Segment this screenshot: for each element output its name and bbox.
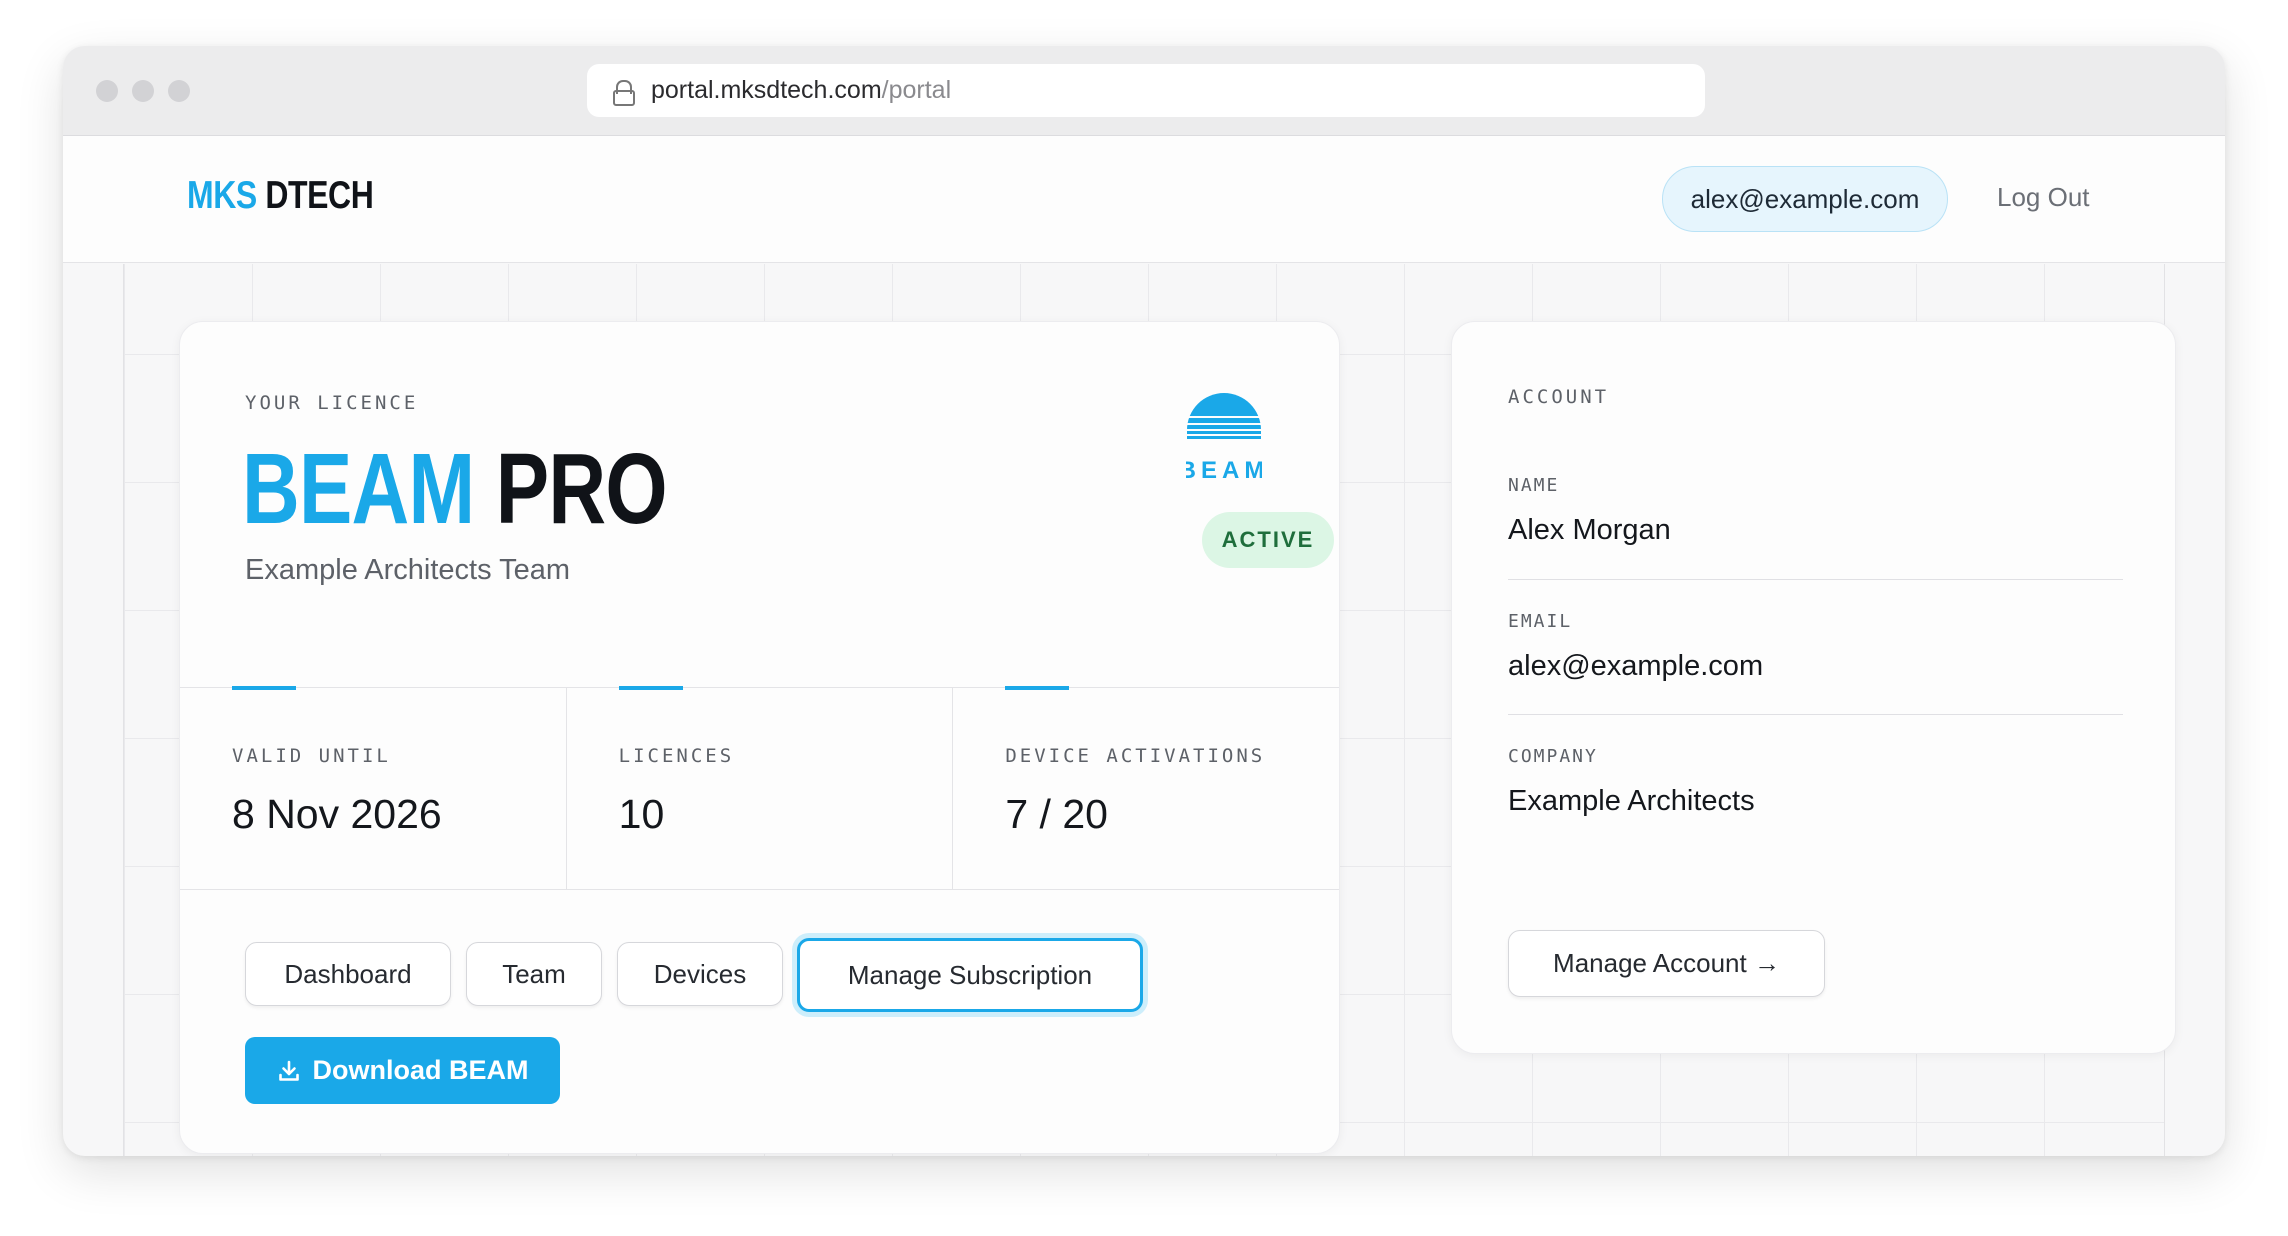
stat-licences: LICENCES 10 (567, 686, 954, 889)
download-button-label: Download BEAM (312, 1055, 529, 1085)
product-title: BEAM PRO (242, 432, 668, 547)
divider (1508, 579, 2123, 580)
name-label: NAME (1508, 475, 1560, 496)
licence-eyebrow: YOUR LICENCE (245, 392, 419, 414)
licence-stats: VALID UNTIL 8 Nov 2026 LICENCES 10 DEVIC… (180, 686, 1339, 890)
divider (1508, 714, 2123, 715)
stat-label: VALID UNTIL (232, 745, 391, 767)
product-title-part-1: BEAM (242, 433, 475, 545)
manage-subscription-button[interactable]: Manage Subscription (797, 938, 1143, 1012)
download-icon (278, 1060, 299, 1081)
logout-link[interactable]: Log Out (1997, 182, 2090, 213)
company-label: COMPANY (1508, 746, 1598, 767)
stat-value: 8 Nov 2026 (232, 791, 442, 837)
company-field: COMPANY Example Architects (1508, 746, 2123, 818)
logo-part-2: DTECH (265, 174, 374, 217)
devices-button[interactable]: Devices (617, 942, 783, 1006)
email-value: alex@example.com (1508, 650, 1764, 682)
status-badge: ACTIVE (1202, 512, 1334, 568)
email-field: EMAIL alex@example.com (1508, 611, 2123, 683)
stat-label: DEVICE ACTIVATIONS (1005, 745, 1266, 767)
logo-part-1: MKS (187, 174, 257, 217)
browser-chrome: portal.mksdtech.com/portal (63, 46, 2225, 136)
browser-window: portal.mksdtech.com/portal MKS DTECH ale… (63, 46, 2225, 1156)
stat-valid-until: VALID UNTIL 8 Nov 2026 (180, 686, 567, 889)
account-card: ACCOUNT NAME Alex Morgan EMAIL alex@exam… (1451, 321, 2176, 1054)
dashboard-button[interactable]: Dashboard (245, 942, 451, 1006)
address-bar[interactable]: portal.mksdtech.com/portal (587, 64, 1705, 117)
stat-value: 10 (618, 791, 665, 837)
stat-value: 7 / 20 (1005, 791, 1108, 837)
stat-device-activations: DEVICE ACTIVATIONS 7 / 20 (953, 686, 1339, 889)
lock-icon (613, 79, 635, 106)
team-name: Example Architects Team (245, 554, 571, 586)
beam-logo-icon: BEAM (1186, 393, 1262, 484)
site-header: MKS DTECH alex@example.com Log Out (63, 136, 2225, 263)
stat-accent-bar (232, 686, 296, 690)
team-button[interactable]: Team (466, 942, 602, 1006)
window-maximize-dot[interactable] (168, 80, 190, 102)
download-button[interactable]: Download BEAM (245, 1037, 560, 1104)
licence-card: YOUR LICENCE BEAM PRO Example Architects… (179, 321, 1340, 1154)
manage-account-button[interactable]: Manage Account → (1508, 930, 1825, 997)
user-email-pill[interactable]: alex@example.com (1662, 166, 1948, 232)
site-logo[interactable]: MKS DTECH (187, 174, 374, 218)
url-path: /portal (881, 76, 952, 104)
window-close-dot[interactable] (96, 80, 118, 102)
stat-accent-bar (618, 686, 683, 690)
stat-accent-bar (1005, 686, 1070, 690)
stat-label: LICENCES (618, 745, 735, 767)
url-host: portal.mksdtech.com (651, 76, 882, 104)
window-minimize-dot[interactable] (132, 80, 154, 102)
account-eyebrow: ACCOUNT (1508, 386, 1610, 408)
name-value: Alex Morgan (1508, 514, 1671, 546)
name-field: NAME Alex Morgan (1508, 475, 2123, 547)
company-value: Example Architects (1508, 785, 1755, 817)
product-title-part-2: PRO (495, 433, 668, 545)
email-label: EMAIL (1508, 611, 1573, 632)
beam-logo-text: BEAM (1186, 457, 1262, 484)
